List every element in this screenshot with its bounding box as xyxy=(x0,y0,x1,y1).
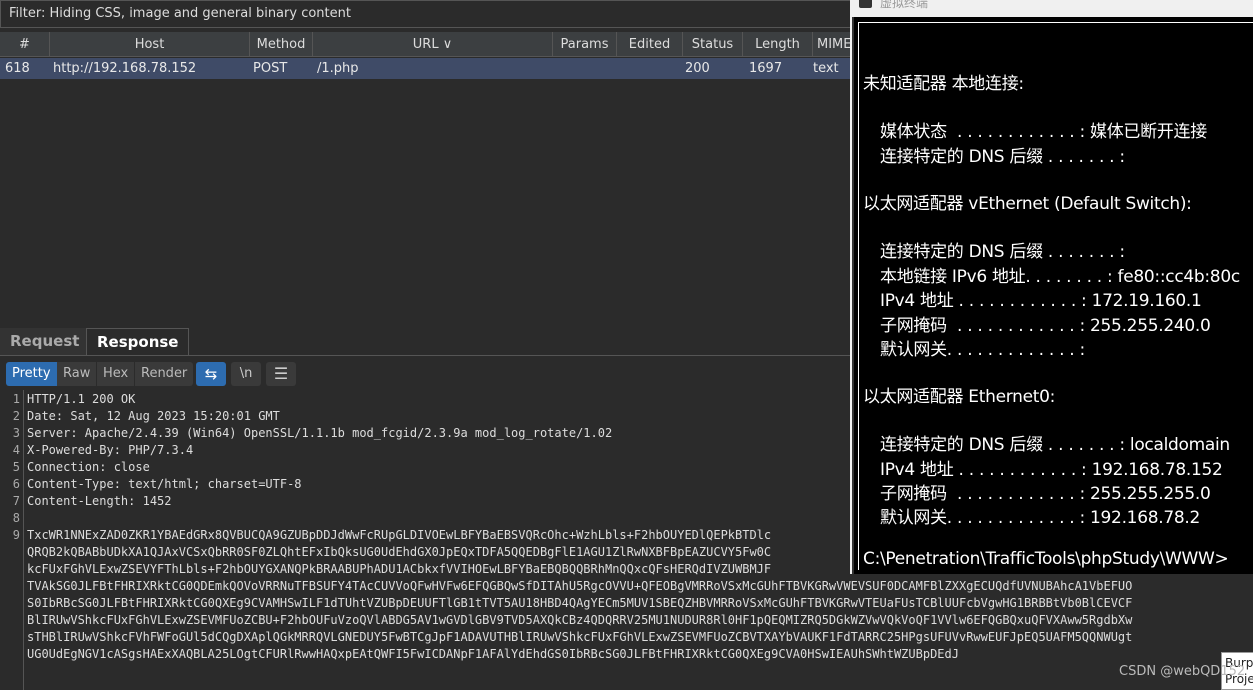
line-gutter: 1 2 3 4 5 6 7 8 9 xyxy=(0,390,24,690)
cell-url: /1.php xyxy=(317,61,359,76)
line-number: 1 xyxy=(12,392,20,406)
terminal-line: 以太网适配器 Ethernet0: xyxy=(863,387,1056,407)
watermark: CSDN @webQD152 xyxy=(1119,664,1246,679)
col-url[interactable]: URL ∨ xyxy=(313,32,553,57)
cell-length: 1697 xyxy=(749,61,783,76)
line-number: 6 xyxy=(12,477,20,491)
cell-method: POST xyxy=(253,61,288,76)
pretty-button[interactable]: Pretty xyxy=(6,362,57,386)
newline-toggle[interactable]: \n xyxy=(231,362,261,386)
terminal-line: 默认网关. . . . . . . . . . . . . : xyxy=(880,340,1085,360)
terminal-frame: 未知适配器 本地连接: 媒体状态 . . . . . . . . . . . . … xyxy=(858,22,1253,570)
col-params[interactable]: Params xyxy=(553,32,617,57)
hex-button[interactable]: Hex xyxy=(97,362,135,386)
terminal-line: C:\Penetration\TrafficTools\phpStudy\WWW… xyxy=(863,549,1229,569)
col-host[interactable]: Host xyxy=(50,32,250,57)
terminal-line: 媒体状态 . . . . . . . . . . . . : 媒体已断开连接 xyxy=(880,122,1207,142)
terminal-line: 默认网关. . . . . . . . . . . . . : 192.168.… xyxy=(880,508,1200,528)
menu-icon[interactable]: ☰ xyxy=(266,362,296,386)
line-number: 8 xyxy=(12,511,20,525)
terminal-line: 未知适配器 本地连接: xyxy=(863,74,1024,94)
terminal-line: 以太网适配器 vEthernet (Default Switch): xyxy=(863,194,1192,214)
wrap-lines-icon[interactable]: ⇆ xyxy=(196,362,226,386)
terminal-line: 子网掩码 . . . . . . . . . . . . : 255.255.2… xyxy=(880,484,1211,504)
terminal-icon xyxy=(859,0,872,8)
terminal-line: IPv4 地址 . . . . . . . . . . . . : 192.16… xyxy=(880,460,1223,480)
render-button[interactable]: Render xyxy=(135,362,194,386)
filter-bar[interactable]: Filter: Hiding CSS, image and general bi… xyxy=(0,0,900,28)
raw-button[interactable]: Raw xyxy=(57,362,97,386)
divider xyxy=(0,355,900,356)
tab-request[interactable]: Request xyxy=(0,328,90,355)
terminal-output[interactable]: 未知适配器 本地连接: 媒体状态 . . . . . . . . . . . . … xyxy=(852,17,1253,574)
terminal-title: 虚拟终端 xyxy=(880,0,929,10)
line-number: 3 xyxy=(12,426,20,440)
line-number: 4 xyxy=(12,443,20,457)
line-number: 7 xyxy=(12,494,20,508)
terminal-window[interactable]: 虚拟终端 未知适配器 本地连接: 媒体状态 . . . . . . . . . .… xyxy=(850,0,1253,574)
col-num[interactable]: # xyxy=(0,32,50,57)
cell-host: http://192.168.78.152 xyxy=(53,61,197,76)
col-edited[interactable]: Edited xyxy=(617,32,683,57)
table-header: # Host Method URL ∨ Params Edited Status… xyxy=(0,32,900,57)
col-length[interactable]: Length xyxy=(743,32,813,57)
tab-response[interactable]: Response xyxy=(86,328,190,355)
cell-num: 618 xyxy=(5,61,30,76)
cell-mime: text xyxy=(813,61,839,76)
col-method[interactable]: Method xyxy=(250,32,313,57)
terminal-line: 连接特定的 DNS 后缀 . . . . . . . : xyxy=(880,242,1125,262)
terminal-line: 子网掩码 . . . . . . . . . . . . : 255.255.2… xyxy=(880,316,1211,336)
line-number: 2 xyxy=(12,409,20,423)
col-status[interactable]: Status xyxy=(683,32,743,57)
line-number: 9 xyxy=(12,528,20,542)
table-row[interactable]: 618 http://192.168.78.152 POST /1.php 20… xyxy=(0,58,900,79)
terminal-line: IPv4 地址 . . . . . . . . . . . . : 172.19… xyxy=(880,291,1202,311)
terminal-line: 连接特定的 DNS 后缀 . . . . . . . : localdomain xyxy=(880,435,1230,455)
terminal-line: 本地链接 IPv6 地址. . . . . . . . : fe80::cc4b… xyxy=(880,267,1240,287)
terminal-line: 连接特定的 DNS 后缀 . . . . . . . : xyxy=(880,147,1125,167)
line-number: 5 xyxy=(12,460,20,474)
cell-status: 200 xyxy=(685,61,710,76)
